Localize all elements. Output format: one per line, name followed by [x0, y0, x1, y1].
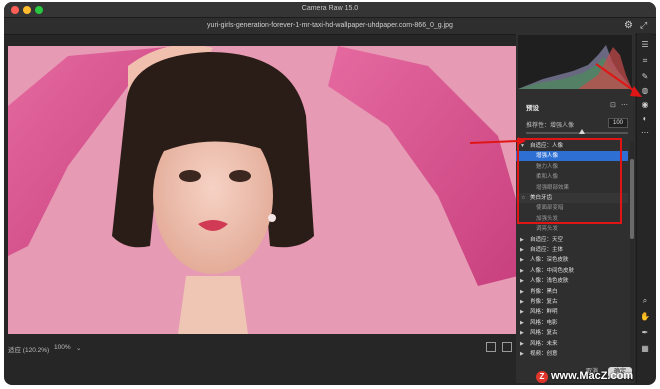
caret-right-icon[interactable]: ▶	[520, 297, 524, 307]
amount-input[interactable]: 100	[608, 118, 628, 128]
presets-header: 预设 ⊡ ⋯	[516, 99, 635, 113]
eyedropper-icon[interactable]: ✒	[639, 327, 651, 339]
preset-group-label: 风格：电影	[530, 319, 558, 326]
preset-group-label: 自适应：主体	[530, 247, 564, 253]
watermark-text: www.MacZ.com	[551, 370, 634, 382]
preset-group[interactable]: ▶ 人像：浅色皮肤	[516, 276, 628, 286]
preset-group-label: 自适应：天空	[530, 236, 564, 243]
preset-group-label: 肖像：黑白	[530, 288, 558, 295]
preset-group-label: 风格：复古	[530, 330, 558, 337]
preset-group[interactable]: ▶ 风格：电影	[516, 318, 628, 328]
preset-scroll-thumb[interactable]	[630, 159, 634, 239]
preset-group-label: 风格：未来	[530, 340, 558, 347]
preset-group[interactable]: ▶ 人像：中间色皮肤	[516, 266, 628, 276]
preset-group-label: 人像：浅色皮肤	[530, 278, 569, 285]
presets-title: 预设	[526, 105, 539, 112]
film-strip-icon[interactable]	[486, 342, 496, 352]
fullscreen-icon[interactable]: ⤢	[640, 20, 647, 31]
histogram	[518, 35, 632, 89]
preset-group-label: 人像：中间色皮肤	[530, 267, 575, 274]
window-title: Camera Raw 15.0	[301, 5, 359, 12]
zoom-icon[interactable]: ⌕	[639, 295, 651, 307]
caret-right-icon[interactable]: ▶	[520, 255, 524, 265]
preset-item-label: 调亮头发	[536, 226, 559, 233]
more-tools-icon[interactable]: ⋯	[639, 127, 651, 139]
gear-icon[interactable]: ⚙	[624, 20, 633, 31]
zoom-value[interactable]: 100%	[54, 344, 71, 351]
caret-right-icon[interactable]: ▶	[520, 307, 524, 317]
watermark: Z www.MacZ.com	[536, 370, 656, 386]
caret-right-icon[interactable]: ▶	[520, 266, 524, 276]
title-bar: Camera Raw 15.0	[4, 2, 656, 18]
preset-group[interactable]: ▶ 风格：未来	[516, 339, 628, 349]
preset-group[interactable]: ▶ 自适应：天空	[516, 235, 628, 245]
annotation-box	[517, 138, 622, 224]
new-preset-icon[interactable]: ⊡	[610, 101, 616, 109]
preset-group-label: 风格：鲜明	[530, 309, 558, 316]
preset-group-label: 人像：深色皮肤	[530, 257, 569, 264]
fit-zoom-label[interactable]: 适应 (120.2%)	[8, 344, 49, 354]
watermark-logo: Z	[536, 371, 548, 383]
caret-right-icon[interactable]: ▶	[520, 339, 524, 349]
portrait-photo	[8, 46, 518, 334]
masking-icon[interactable]: ◍	[639, 85, 651, 97]
caret-right-icon[interactable]: ▶	[520, 245, 524, 255]
hand-icon[interactable]: ✋	[639, 311, 651, 323]
redeye-icon[interactable]: ◉	[639, 99, 651, 111]
crop-icon[interactable]: ⌗	[639, 55, 651, 67]
chevron-down-icon[interactable]: ⌄	[76, 344, 81, 352]
preview-footer: 适应 (120.2%) 100% ⌄	[4, 339, 518, 357]
photo-preview[interactable]	[8, 46, 518, 334]
edit-icon[interactable]: ☰	[639, 39, 651, 51]
more-icon[interactable]: ⋯	[621, 101, 628, 109]
presets-icon[interactable]: ◐	[639, 113, 651, 125]
amount-slider-track[interactable]	[526, 132, 628, 134]
preset-group[interactable]: ▶ 风格：鲜明	[516, 307, 628, 317]
preset-group[interactable]: ▶ 肖像：黑白	[516, 287, 628, 297]
file-name: yuri-girls-generation-forever-1-mr-taxi-…	[207, 22, 453, 29]
caret-right-icon[interactable]: ▶	[520, 235, 524, 245]
preset-group-label: 视频：创意	[530, 351, 558, 357]
amount-row: 推荐性：增强人像 100	[516, 117, 635, 131]
preset-group[interactable]: ▶ 视频：创意	[516, 349, 628, 359]
caret-right-icon[interactable]: ▶	[520, 318, 524, 328]
amount-slider-thumb[interactable]	[579, 129, 586, 134]
caret-right-icon[interactable]: ▶	[520, 287, 524, 297]
preset-group-label: 肖像：复古	[530, 299, 558, 305]
before-after-icon[interactable]	[502, 342, 512, 352]
caret-right-icon[interactable]: ▶	[520, 328, 524, 338]
healing-icon[interactable]: ✎	[639, 71, 651, 83]
caret-right-icon[interactable]: ▶	[520, 349, 524, 359]
caret-right-icon[interactable]: ▶	[520, 276, 524, 286]
tool-strip: ☰ ⌗ ✎ ◍ ◉ ◐ ⋯ ⌕ ✋ ✒ ▦	[636, 33, 652, 383]
preset-group[interactable]: ▶ 人像：深色皮肤	[516, 255, 628, 265]
preset-group[interactable]: ▶ 自适应：主体	[516, 245, 628, 255]
grid-icon[interactable]: ▦	[639, 343, 651, 355]
amount-label: 推荐性：增强人像	[526, 123, 575, 129]
histogram-graph	[518, 45, 632, 89]
preset-item[interactable]: 调亮头发	[516, 224, 628, 234]
preset-group[interactable]: ▶ 风格：复古	[516, 328, 628, 338]
preset-group[interactable]: ▶ 肖像：复古	[516, 297, 628, 307]
